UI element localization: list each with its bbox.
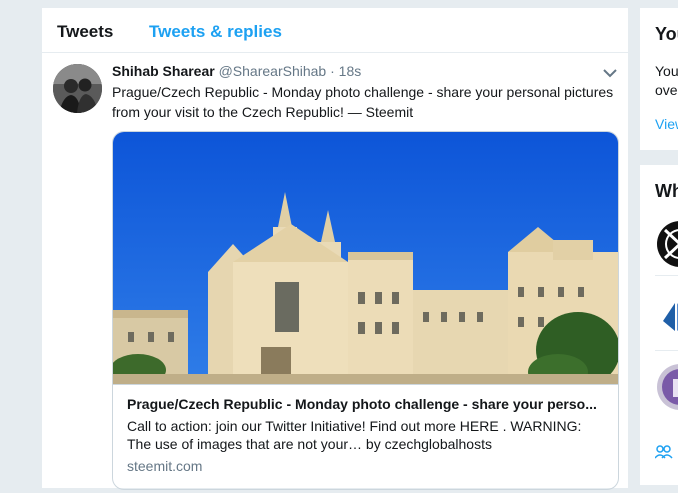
chevron-down-icon[interactable] bbox=[602, 66, 618, 80]
suggestion-avatar-1[interactable] bbox=[655, 220, 678, 273]
tweet-header: Shihab Sharear @SharearShihab · 18s bbox=[112, 63, 361, 79]
panel-link[interactable]: View bbox=[655, 116, 678, 132]
suggestion-avatar-2[interactable] bbox=[655, 293, 678, 346]
tweet-author-name[interactable]: Shihab Sharear bbox=[112, 63, 215, 79]
tweet[interactable]: Shihab Sharear @SharearShihab · 18s Prag… bbox=[42, 53, 628, 493]
tweet-timestamp[interactable]: 18s bbox=[339, 63, 362, 79]
divider bbox=[655, 350, 678, 351]
card-domain: steemit.com bbox=[127, 458, 203, 474]
avatar[interactable] bbox=[53, 64, 102, 113]
link-card[interactable]: Prague/Czech Republic - Monday photo cha… bbox=[112, 131, 619, 490]
panel-title: Wh bbox=[655, 181, 678, 201]
right-panel-1: You You ove View bbox=[640, 8, 678, 150]
card-image bbox=[113, 132, 618, 384]
timeline-tabs: Tweets Tweets & replies bbox=[42, 8, 628, 53]
right-panel-who-to-follow: Wh bbox=[640, 165, 678, 485]
top-bar bbox=[0, 0, 678, 5]
people-icon[interactable] bbox=[654, 445, 673, 464]
tweet-text: Prague/Czech Republic - Monday photo cha… bbox=[112, 84, 614, 120]
card-body: Prague/Czech Republic - Monday photo cha… bbox=[113, 384, 618, 489]
suggestion-avatar-3[interactable] bbox=[655, 363, 678, 416]
card-title[interactable]: Prague/Czech Republic - Monday photo cha… bbox=[127, 396, 607, 412]
separator-dot: · bbox=[330, 63, 335, 79]
divider bbox=[655, 275, 678, 276]
tab-tweets-and-replies[interactable]: Tweets & replies bbox=[149, 22, 282, 42]
card-description: Call to action: join our Twitter Initiat… bbox=[127, 418, 582, 452]
tab-tweets[interactable]: Tweets bbox=[57, 22, 113, 42]
panel-text-line-2: ove bbox=[655, 82, 678, 98]
panel-title: You bbox=[655, 24, 678, 44]
profile-timeline: Tweets Tweets & replies Shihab Sharear @… bbox=[41, 8, 628, 490]
panel-text-line-1: You bbox=[655, 63, 678, 79]
tweet-author-handle[interactable]: @SharearShihab bbox=[219, 63, 327, 79]
